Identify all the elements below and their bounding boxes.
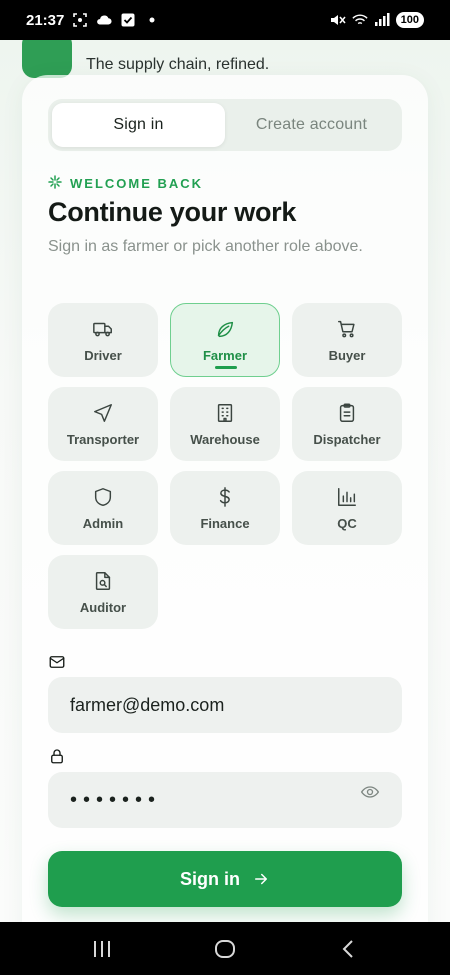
signin-card: Sign in Create account WELCOME BACK Cont… bbox=[22, 75, 428, 922]
tab-sign-in[interactable]: Sign in bbox=[52, 103, 225, 147]
role-label: Farmer bbox=[202, 347, 248, 363]
role-label: Driver bbox=[84, 347, 122, 363]
sign-in-button-label: Sign in bbox=[180, 868, 240, 889]
battery-indicator: 100 bbox=[395, 12, 424, 28]
navigation-icon bbox=[94, 403, 112, 422]
truck-icon bbox=[93, 322, 112, 336]
role-driver[interactable]: Driver bbox=[48, 303, 158, 377]
home-button[interactable] bbox=[205, 934, 245, 964]
bar-chart-icon bbox=[338, 487, 356, 506]
role-label: Auditor bbox=[79, 599, 127, 615]
email-field[interactable]: farmer@demo.com bbox=[48, 677, 402, 733]
cart-icon bbox=[338, 320, 355, 337]
role-transporter[interactable]: Transporter bbox=[48, 387, 158, 461]
page-title: Continue your work bbox=[48, 197, 297, 227]
signin-page: The supply chain, refined. Sign in Creat… bbox=[0, 40, 450, 922]
mail-icon bbox=[48, 653, 66, 669]
status-time: 21:37 bbox=[26, 11, 65, 29]
home-icon bbox=[214, 939, 235, 958]
back-icon bbox=[342, 939, 354, 958]
recent-apps-button[interactable] bbox=[82, 934, 122, 964]
brand-tagline: The supply chain, refined. bbox=[86, 56, 270, 73]
building-icon bbox=[217, 403, 233, 422]
password-field[interactable]: ••••••• bbox=[48, 772, 402, 828]
role-warehouse[interactable]: Warehouse bbox=[170, 387, 280, 461]
role-dispatcher[interactable]: Dispatcher bbox=[292, 387, 402, 461]
screenshot-icon bbox=[72, 12, 88, 28]
sign-in-button[interactable]: Sign in bbox=[48, 851, 402, 907]
checkbox-notification-icon bbox=[120, 12, 136, 28]
status-bar: 21:37 100 bbox=[0, 0, 450, 40]
wifi-icon bbox=[352, 12, 368, 28]
dollar-icon bbox=[219, 486, 230, 507]
role-qc[interactable]: QC bbox=[292, 471, 402, 545]
role-finance[interactable]: Finance bbox=[170, 471, 280, 545]
clipboard-icon bbox=[339, 403, 355, 422]
role-label: Transporter bbox=[66, 431, 140, 447]
recent-apps-icon bbox=[93, 940, 110, 957]
back-button[interactable] bbox=[328, 934, 368, 964]
file-search-icon bbox=[95, 571, 111, 590]
role-label: Admin bbox=[82, 515, 124, 531]
cloud-icon bbox=[96, 12, 112, 28]
role-label: Dispatcher bbox=[313, 431, 381, 447]
tab-create-account[interactable]: Create account bbox=[225, 103, 398, 147]
lock-icon bbox=[48, 747, 66, 764]
selected-indicator bbox=[215, 366, 237, 369]
welcome-eyebrow: WELCOME BACK bbox=[48, 175, 203, 192]
role-label: Finance bbox=[200, 515, 250, 531]
leaf-icon bbox=[217, 321, 234, 337]
role-auditor[interactable]: Auditor bbox=[48, 555, 158, 629]
sparkle-icon bbox=[48, 175, 62, 192]
app-logo bbox=[22, 40, 72, 78]
arrow-right-icon bbox=[255, 873, 267, 885]
role-label: QC bbox=[337, 515, 357, 531]
role-label: Buyer bbox=[328, 347, 366, 363]
eye-icon[interactable] bbox=[360, 782, 380, 802]
auth-mode-switch: Sign in Create account bbox=[48, 99, 402, 151]
brand-header: The supply chain, refined. bbox=[22, 40, 269, 78]
mute-icon bbox=[330, 12, 346, 28]
role-label: Warehouse bbox=[190, 431, 260, 447]
role-admin[interactable]: Admin bbox=[48, 471, 158, 545]
signal-icon bbox=[374, 12, 390, 28]
page-subtitle: Sign in as farmer or pick another role a… bbox=[48, 238, 363, 255]
password-value: ••••••• bbox=[70, 788, 162, 811]
role-farmer[interactable]: Farmer bbox=[170, 303, 280, 377]
eyebrow-text: WELCOME BACK bbox=[70, 176, 204, 191]
system-navigation-bar bbox=[0, 922, 450, 975]
role-buyer[interactable]: Buyer bbox=[292, 303, 402, 377]
shield-icon bbox=[94, 487, 112, 506]
dot-icon bbox=[144, 12, 160, 28]
